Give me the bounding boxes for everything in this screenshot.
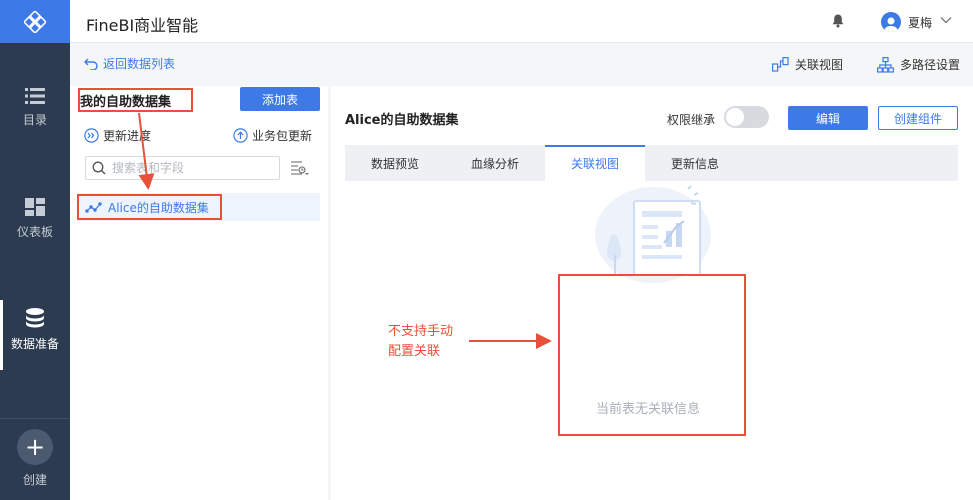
annotation-arrows [138, 112, 552, 349]
annotation-arrow-down [138, 112, 155, 190]
